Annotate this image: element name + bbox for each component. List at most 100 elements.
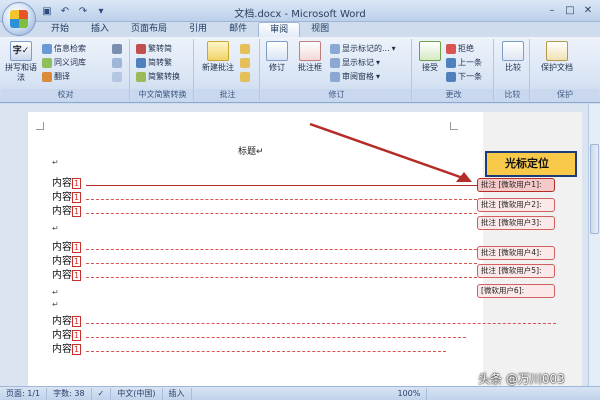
comment-balloon[interactable]: 批注 [微软用户5]: — [477, 264, 555, 278]
previous-change-button[interactable]: 上一条 — [446, 56, 482, 69]
comment-anchor[interactable]: 1 — [72, 192, 82, 203]
word-count-icon — [112, 43, 122, 54]
simp-to-trad-button[interactable]: 简转繁 — [136, 56, 172, 69]
comment-connector — [86, 199, 477, 200]
comment-anchor[interactable]: 1 — [72, 270, 82, 281]
line-text: 内容 — [52, 270, 72, 281]
display-for-review-label: 显示标记的... — [342, 44, 390, 53]
accept-label: 接受 — [422, 63, 438, 72]
comment-anchor[interactable]: 1 — [72, 256, 82, 267]
simp-to-trad-icon — [136, 57, 146, 68]
conversion-button[interactable]: 简繁转换 — [136, 70, 180, 83]
translate-button[interactable]: 翻译 — [42, 70, 70, 83]
reviewing-pane-icon — [330, 71, 340, 82]
scrollbar-thumb[interactable] — [590, 144, 599, 234]
line-text: 内容 — [52, 178, 72, 189]
translate-icon — [42, 71, 52, 82]
window-title: 文档.docx - Microsoft Word — [234, 9, 366, 20]
balloons-label: 批注框 — [298, 63, 322, 72]
annotation-arrow — [309, 122, 472, 182]
next-comment-button[interactable] — [240, 70, 250, 83]
protect-document-button[interactable]: 保护文档 — [536, 41, 578, 73]
reviewing-pane-dropdown[interactable]: 审阅窗格 ▾ — [330, 70, 380, 83]
new-comment-button[interactable]: 新建批注 — [198, 41, 238, 73]
compare-label: 比较 — [505, 63, 521, 72]
chevron-down-icon: ▾ — [376, 58, 381, 67]
next-change-button[interactable]: 下一条 — [446, 70, 482, 83]
comment-balloon[interactable]: [微软用户6]: — [477, 284, 555, 298]
group-proofing: 字✓ 拼写和语法 信息检索 同义词库 翻译 校对 — [2, 39, 130, 101]
comment-balloon[interactable]: 批注 [微软用户3]: — [477, 216, 555, 230]
group-protect: 保护文档 保护 — [532, 39, 598, 101]
minimize-icon[interactable]: – — [544, 3, 560, 17]
paragraph-mark: ↵ — [52, 288, 59, 297]
tab-insert[interactable]: 插入 — [80, 22, 120, 37]
group-tracking: 修订 批注框 显示标记的... ▾ 显示标记 ▾ 审阅窗格 ▾ 修订 — [262, 39, 412, 101]
thesaurus-label: 同义词库 — [54, 58, 86, 67]
comment-anchor[interactable]: 1 — [72, 178, 82, 189]
group-label-protect: 保护 — [532, 89, 598, 100]
spellcheck-icon: 字✓ — [10, 41, 32, 61]
page-count[interactable]: 页面: 1/1 — [0, 387, 48, 400]
comment-anchor[interactable]: 1 — [72, 242, 82, 253]
content-line: 内容 1 — [52, 316, 82, 328]
comment-balloon[interactable]: 批注 [微软用户2]: — [477, 198, 555, 212]
content-line: 内容 1 — [52, 242, 82, 254]
research-button[interactable]: 信息检索 — [42, 42, 86, 55]
comment-anchor[interactable]: 1 — [72, 206, 82, 217]
delete-comment-button[interactable] — [240, 42, 250, 55]
trad-to-simp-button[interactable]: 繁转简 — [136, 42, 172, 55]
word-count[interactable]: 字数: 38 — [47, 387, 92, 400]
track-changes-button[interactable]: 修订 — [264, 41, 290, 73]
close-icon[interactable]: ✕ — [580, 3, 596, 17]
lock-icon — [546, 41, 568, 61]
tab-page-layout[interactable]: 页面布局 — [120, 22, 178, 37]
accept-button[interactable]: 接受 — [416, 41, 444, 73]
group-label-changes: 更改 — [414, 89, 493, 100]
proofing-extra-1[interactable] — [112, 42, 122, 55]
show-markup-dropdown[interactable]: 显示标记 ▾ — [330, 56, 380, 69]
tab-view[interactable]: 视图 — [300, 22, 340, 37]
maximize-icon[interactable]: □ — [562, 3, 578, 17]
comment-anchor[interactable]: 1 — [72, 316, 82, 327]
group-changes: 接受 拒绝 上一条 下一条 更改 — [414, 39, 494, 101]
balloons-button[interactable]: 批注框 — [294, 41, 326, 73]
thesaurus-button[interactable]: 同义词库 — [42, 56, 86, 69]
content-line: 内容 1 — [52, 178, 82, 190]
paragraph-mark: ↵ — [52, 224, 59, 233]
comment-balloon[interactable]: 批注 [微软用户1]: — [477, 178, 555, 192]
proofing-extra-2[interactable] — [112, 56, 122, 69]
comment-balloon[interactable]: 批注 [微软用户4]: — [477, 246, 555, 260]
compare-button[interactable]: 比较 — [498, 41, 528, 73]
office-button[interactable] — [2, 2, 36, 36]
spelling-grammar-button[interactable]: 字✓ 拼写和语法 — [4, 41, 38, 83]
proofing-status-icon[interactable]: ✓ — [92, 387, 112, 400]
reviewing-pane-label: 审阅窗格 — [342, 72, 374, 81]
compare-icon — [502, 41, 524, 61]
content-line: 内容 1 — [52, 192, 82, 204]
tab-mailings[interactable]: 邮件 — [218, 22, 258, 37]
group-label-compare: 比较 — [496, 89, 529, 100]
language-indicator[interactable]: 中文(中国) — [111, 387, 163, 400]
track-changes-icon — [266, 41, 288, 61]
paragraph-mark: ↵ — [256, 147, 264, 157]
document-page[interactable]: 标题↵ ↵ 内容 1 内容 1 内容 1 ↵ 内容 1 内容 1 内容 1 ↵ ↵ 内容 1 … — [28, 112, 582, 386]
display-for-review-dropdown[interactable]: 显示标记的... ▾ — [330, 42, 396, 55]
comment-connector — [86, 277, 477, 278]
zoom-level[interactable]: 100% — [392, 387, 428, 400]
tab-references[interactable]: 引用 — [178, 22, 218, 37]
proofing-extra-3[interactable] — [112, 70, 122, 83]
comment-anchor[interactable]: 1 — [72, 330, 82, 341]
paragraph-mark: ↵ — [52, 158, 59, 167]
research-label: 信息检索 — [54, 44, 86, 53]
annotation-callout: 光标定位 — [485, 151, 577, 177]
insert-mode[interactable]: 插入 — [163, 387, 192, 400]
vertical-scrollbar[interactable] — [588, 104, 600, 386]
chevron-down-icon: ▾ — [376, 72, 381, 81]
reject-button[interactable]: 拒绝 — [446, 42, 474, 55]
options-icon — [112, 71, 122, 82]
tab-home[interactable]: 开始 — [40, 22, 80, 37]
comment-anchor[interactable]: 1 — [72, 344, 82, 355]
prev-comment-button[interactable] — [240, 56, 250, 69]
tab-review[interactable]: 审阅 — [258, 22, 301, 37]
